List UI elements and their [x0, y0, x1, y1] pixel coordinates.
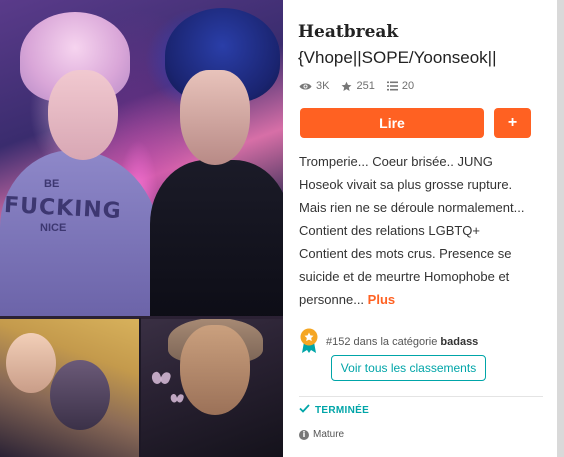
- story-title[interactable]: Heatbreak {Vhope||SOPE/Yoonseok||: [298, 20, 548, 70]
- description-last-line: personne... Plus: [299, 288, 547, 311]
- cover-hoodie-sub-text: NICE: [40, 222, 67, 234]
- description-line: Tromperie... Coeur brisée.. JUNG: [299, 154, 493, 169]
- window-edge: [557, 0, 564, 457]
- reads-stat: 3K: [299, 80, 329, 92]
- cover-bottom-left-face: [6, 333, 56, 393]
- votes-stat: 251: [341, 80, 375, 92]
- cover-butterfly: [152, 372, 170, 386]
- story-title-line2: {Vhope||SOPE/Yoonseok||: [298, 48, 497, 67]
- cover-divider: [0, 316, 283, 319]
- cover-right-coat: [150, 160, 283, 320]
- description-line: Hoseok vivait sa plus grosse rupture.: [299, 177, 513, 192]
- check-icon: [299, 404, 310, 416]
- reads-count: 3K: [316, 80, 330, 92]
- story-description: Tromperie... Coeur brisée.. JUNG Hoseok …: [299, 150, 547, 311]
- description-line: Contient des relations LGBTQ+: [299, 223, 481, 238]
- eye-icon: [299, 82, 312, 91]
- description-line: Contient des mots crus. Presence se: [299, 246, 512, 261]
- divider: [299, 396, 543, 397]
- mature-label: i Mature: [299, 429, 344, 440]
- description-line: suicide et de meurtre Homophobe et: [299, 269, 510, 284]
- ribbon-badge-icon: [299, 328, 319, 354]
- votes-count: 251: [356, 80, 375, 92]
- description-line: Mais rien ne se déroule normalement...: [299, 200, 525, 215]
- ranking-category[interactable]: badass: [440, 336, 478, 348]
- info-icon: i: [299, 429, 309, 440]
- ranking-label: dans la catégorie: [353, 336, 438, 348]
- cover-left-face: [48, 70, 118, 160]
- read-button[interactable]: Lire: [300, 108, 484, 138]
- cover-bottom-right-face: [180, 325, 250, 415]
- list-icon: [386, 81, 398, 91]
- cover-hoodie-top-text: BE: [44, 178, 60, 190]
- mature-text: Mature: [313, 429, 345, 440]
- parts-stat: 20: [386, 80, 415, 92]
- more-link[interactable]: Plus: [368, 292, 395, 307]
- description-last-text: personne...: [299, 292, 365, 307]
- add-to-library-button[interactable]: +: [494, 108, 531, 138]
- story-card-frame: BE FUCKING NICE Heatbreak {Vhope||SOPE/Y…: [0, 0, 564, 457]
- parts-count: 20: [401, 80, 415, 92]
- story-stats: 3K 251 20: [299, 78, 414, 94]
- ranking-number: #152: [326, 336, 351, 348]
- cover-right-face: [180, 70, 250, 165]
- story-cover-image[interactable]: BE FUCKING NICE: [0, 0, 283, 457]
- status-text: TERMINÉE: [315, 404, 370, 416]
- cover-bottom-left-figure: [50, 360, 110, 430]
- ranking-text: #152 dans la catégorie badass: [326, 336, 478, 348]
- view-all-rankings-button[interactable]: Voir tous les classements: [331, 355, 486, 381]
- star-icon: [341, 81, 352, 92]
- completion-status: TERMINÉE: [299, 404, 369, 416]
- cover-divider-vertical: [139, 318, 141, 457]
- story-details-panel: Heatbreak {Vhope||SOPE/Yoonseok|| 3K 251: [283, 0, 557, 457]
- story-title-line1: Heatbreak: [298, 22, 399, 42]
- cover-butterfly-small: [171, 394, 184, 404]
